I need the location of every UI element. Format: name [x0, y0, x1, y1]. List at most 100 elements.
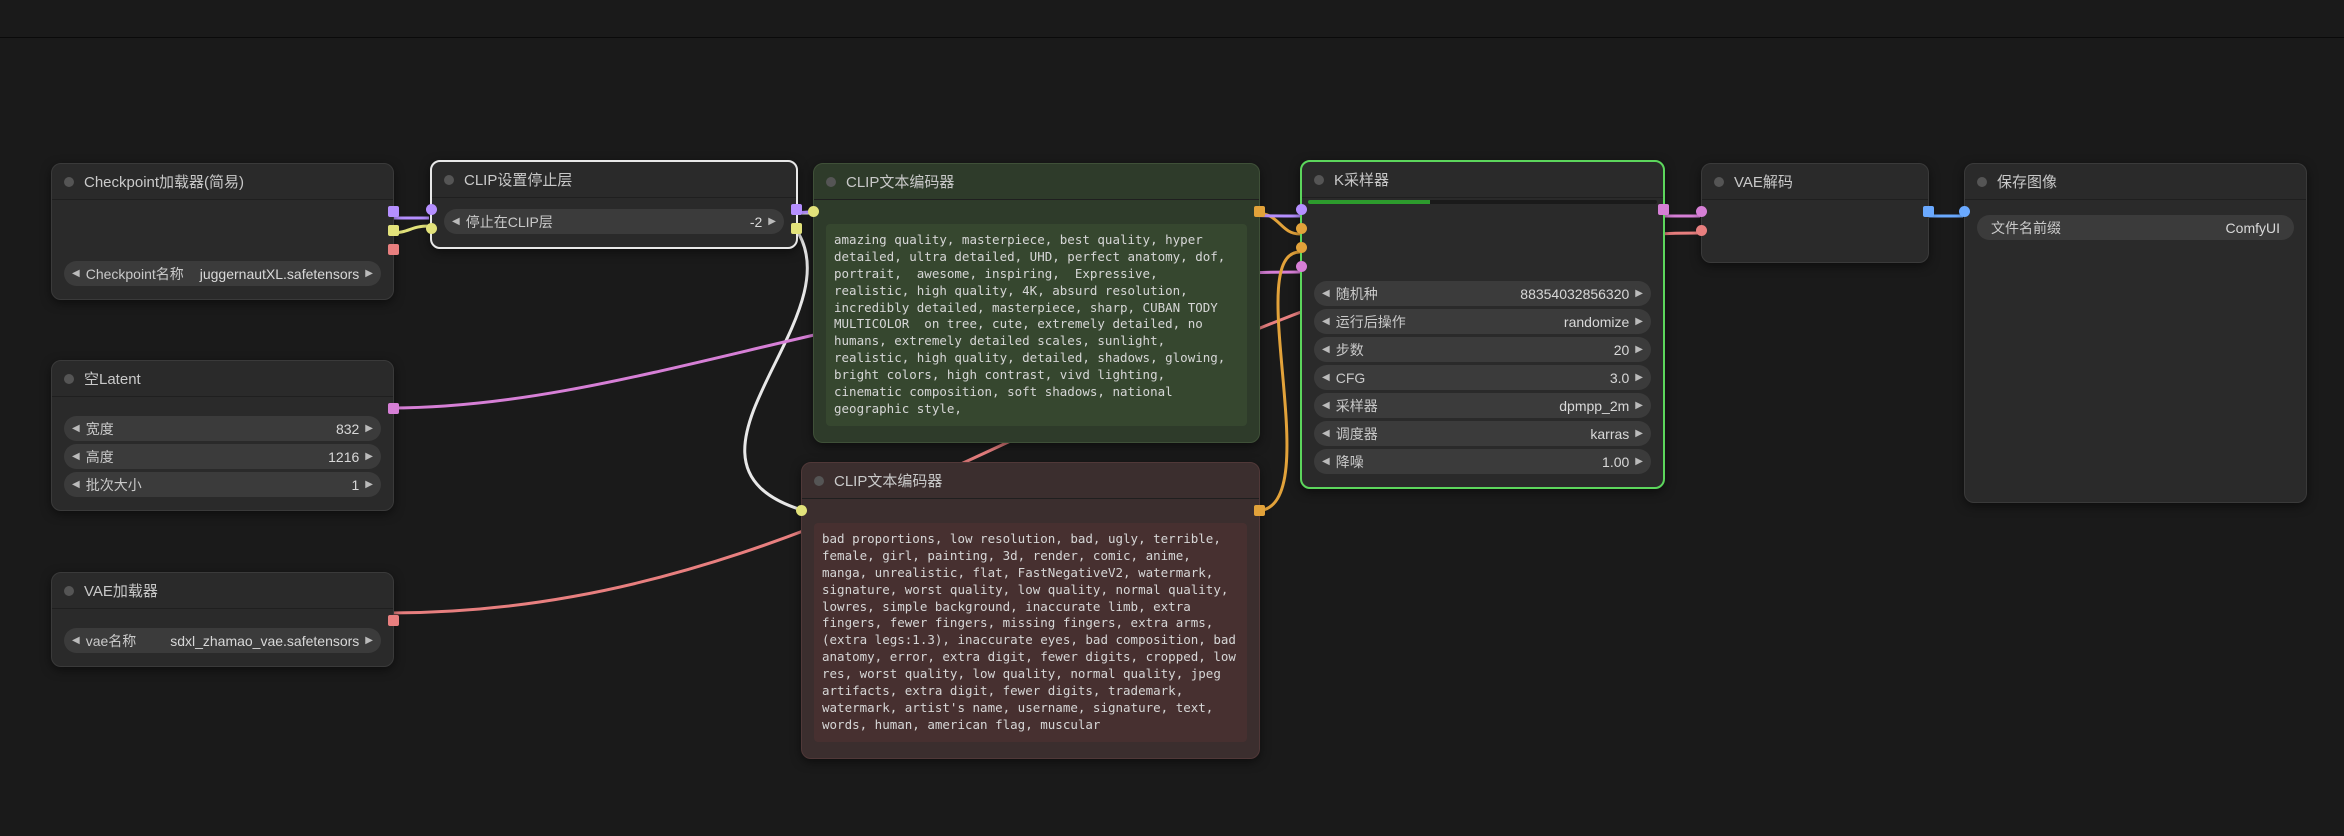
title-text: Checkpoint加载器(简易)	[84, 171, 244, 192]
port-image-out[interactable]	[1923, 206, 1934, 217]
node-checkpoint-loader[interactable]: Checkpoint加载器(简易) ◀ Checkpoint名称 juggern…	[51, 163, 394, 300]
port-negative-in[interactable]	[1296, 242, 1307, 253]
title-text: CLIP文本编码器	[834, 470, 942, 491]
widget-vae-name[interactable]: ◀ vae名称 sdxl_zhamao_vae.safetensors ▶	[64, 628, 381, 653]
port-vae-out[interactable]	[388, 615, 399, 626]
node-title[interactable]: VAE加载器	[52, 573, 393, 609]
positive-prompt-text[interactable]: amazing quality, masterpiece, best quali…	[826, 224, 1247, 426]
port-model-in[interactable]	[1296, 204, 1307, 215]
progress-bar	[1308, 200, 1657, 204]
node-title[interactable]: CLIP文本编码器	[802, 463, 1259, 499]
arrow-right-icon[interactable]: ▶	[363, 635, 375, 646]
arrow-left-icon[interactable]: ◀	[70, 635, 82, 646]
widget-stop-at[interactable]: ◀ 停止在CLIP层 -2 ▶	[444, 209, 784, 234]
collapse-dot-icon[interactable]	[64, 177, 74, 187]
port-model-out[interactable]	[388, 206, 399, 217]
port-model-in[interactable]	[426, 204, 437, 215]
title-text: 保存图像	[1997, 171, 2057, 192]
port-clip-in[interactable]	[796, 505, 807, 516]
node-title[interactable]: 空Latent	[52, 361, 393, 397]
port-positive-in[interactable]	[1296, 223, 1307, 234]
arrow-right-icon[interactable]: ▶	[766, 216, 778, 227]
arrow-left-icon[interactable]: ◀	[1320, 344, 1332, 355]
title-text: K采样器	[1334, 169, 1389, 190]
arrow-left-icon[interactable]: ◀	[1320, 372, 1332, 383]
title-text: CLIP设置停止层	[464, 169, 572, 190]
arrow-right-icon[interactable]: ▶	[1633, 288, 1645, 299]
node-empty-latent[interactable]: 空Latent ◀ 宽度 832 ▶ ◀ 高度 1216 ▶ ◀ 批次大小	[51, 360, 394, 511]
port-clip-in[interactable]	[426, 223, 437, 234]
widget-ckpt-name[interactable]: ◀ Checkpoint名称 juggernautXL.safetensors …	[64, 261, 381, 286]
port-vae-in[interactable]	[1696, 225, 1707, 236]
node-ksampler[interactable]: K采样器 ◀ 随机种 88354032856320 ▶ ◀	[1300, 160, 1665, 489]
arrow-left-icon[interactable]: ◀	[1320, 400, 1332, 411]
widget-filename-prefix[interactable]: 文件名前缀 ComfyUI	[1977, 215, 2294, 240]
arrow-right-icon[interactable]: ▶	[363, 451, 375, 462]
node-title[interactable]: VAE解码	[1702, 164, 1928, 200]
arrow-right-icon[interactable]: ▶	[363, 423, 375, 434]
node-title[interactable]: CLIP设置停止层	[432, 162, 796, 198]
arrow-left-icon[interactable]: ◀	[70, 451, 82, 462]
node-title[interactable]: Checkpoint加载器(简易)	[52, 164, 393, 200]
port-image-in[interactable]	[1959, 206, 1970, 217]
arrow-left-icon[interactable]: ◀	[1320, 428, 1332, 439]
arrow-right-icon[interactable]: ▶	[1633, 456, 1645, 467]
collapse-dot-icon[interactable]	[1714, 177, 1724, 187]
arrow-right-icon[interactable]: ▶	[1633, 344, 1645, 355]
widget-sampler[interactable]: ◀ 采样器 dpmpp_2m ▶	[1314, 393, 1651, 418]
collapse-dot-icon[interactable]	[64, 586, 74, 596]
port-latent-in[interactable]	[1296, 261, 1307, 272]
port-clip-out[interactable]	[791, 223, 802, 234]
widget-denoise[interactable]: ◀ 降噪 1.00 ▶	[1314, 449, 1651, 474]
arrow-left-icon[interactable]: ◀	[70, 479, 82, 490]
collapse-dot-icon[interactable]	[444, 175, 454, 185]
port-conditioning-out[interactable]	[1254, 206, 1265, 217]
port-latent-out[interactable]	[1658, 204, 1669, 215]
arrow-right-icon[interactable]: ▶	[1633, 316, 1645, 327]
canvas[interactable]: Checkpoint加载器(简易) ◀ Checkpoint名称 juggern…	[0, 38, 2344, 836]
widget-batch[interactable]: ◀ 批次大小 1 ▶	[64, 472, 381, 497]
collapse-dot-icon[interactable]	[1314, 175, 1324, 185]
collapse-dot-icon[interactable]	[814, 476, 824, 486]
collapse-dot-icon[interactable]	[1977, 177, 1987, 187]
arrow-left-icon[interactable]: ◀	[70, 423, 82, 434]
top-bar	[0, 0, 2344, 38]
arrow-left-icon[interactable]: ◀	[450, 216, 462, 227]
widget-seed[interactable]: ◀ 随机种 88354032856320 ▶	[1314, 281, 1651, 306]
widget-width[interactable]: ◀ 宽度 832 ▶	[64, 416, 381, 441]
arrow-right-icon[interactable]: ▶	[1633, 428, 1645, 439]
widget-cfg[interactable]: ◀ CFG 3.0 ▶	[1314, 365, 1651, 390]
port-vae-out[interactable]	[388, 244, 399, 255]
node-vae-decode[interactable]: VAE解码	[1701, 163, 1929, 263]
node-vae-loader[interactable]: VAE加载器 ◀ vae名称 sdxl_zhamao_vae.safetenso…	[51, 572, 394, 667]
node-title[interactable]: 保存图像	[1965, 164, 2306, 200]
port-clip-in[interactable]	[808, 206, 819, 217]
collapse-dot-icon[interactable]	[64, 374, 74, 384]
arrow-left-icon[interactable]: ◀	[70, 268, 82, 279]
widget-after-run[interactable]: ◀ 运行后操作 randomize ▶	[1314, 309, 1651, 334]
widget-height[interactable]: ◀ 高度 1216 ▶	[64, 444, 381, 469]
collapse-dot-icon[interactable]	[826, 177, 836, 187]
node-clip-text-encode-positive[interactable]: CLIP文本编码器 amazing quality, masterpiece, …	[813, 163, 1260, 443]
widget-steps[interactable]: ◀ 步数 20 ▶	[1314, 337, 1651, 362]
widget-scheduler[interactable]: ◀ 调度器 karras ▶	[1314, 421, 1651, 446]
node-clip-stop-layer[interactable]: CLIP设置停止层 ◀ 停止在CLIP层 -2 ▶	[430, 160, 798, 249]
port-latent-out[interactable]	[388, 403, 399, 414]
node-clip-text-encode-negative[interactable]: CLIP文本编码器 bad proportions, low resolutio…	[801, 462, 1260, 759]
port-conditioning-out[interactable]	[1254, 505, 1265, 516]
port-latent-in[interactable]	[1696, 206, 1707, 217]
node-title[interactable]: K采样器	[1302, 162, 1663, 198]
port-clip-out[interactable]	[388, 225, 399, 236]
port-model-out[interactable]	[791, 204, 802, 215]
node-save-image[interactable]: 保存图像 文件名前缀 ComfyUI	[1964, 163, 2307, 503]
negative-prompt-text[interactable]: bad proportions, low resolution, bad, ug…	[814, 523, 1247, 742]
arrow-left-icon[interactable]: ◀	[1320, 316, 1332, 327]
arrow-left-icon[interactable]: ◀	[1320, 288, 1332, 299]
arrow-right-icon[interactable]: ▶	[1633, 400, 1645, 411]
node-title[interactable]: CLIP文本编码器	[814, 164, 1259, 200]
title-text: VAE加载器	[84, 580, 158, 601]
arrow-right-icon[interactable]: ▶	[1633, 372, 1645, 383]
arrow-right-icon[interactable]: ▶	[363, 479, 375, 490]
arrow-right-icon[interactable]: ▶	[363, 268, 375, 279]
arrow-left-icon[interactable]: ◀	[1320, 456, 1332, 467]
